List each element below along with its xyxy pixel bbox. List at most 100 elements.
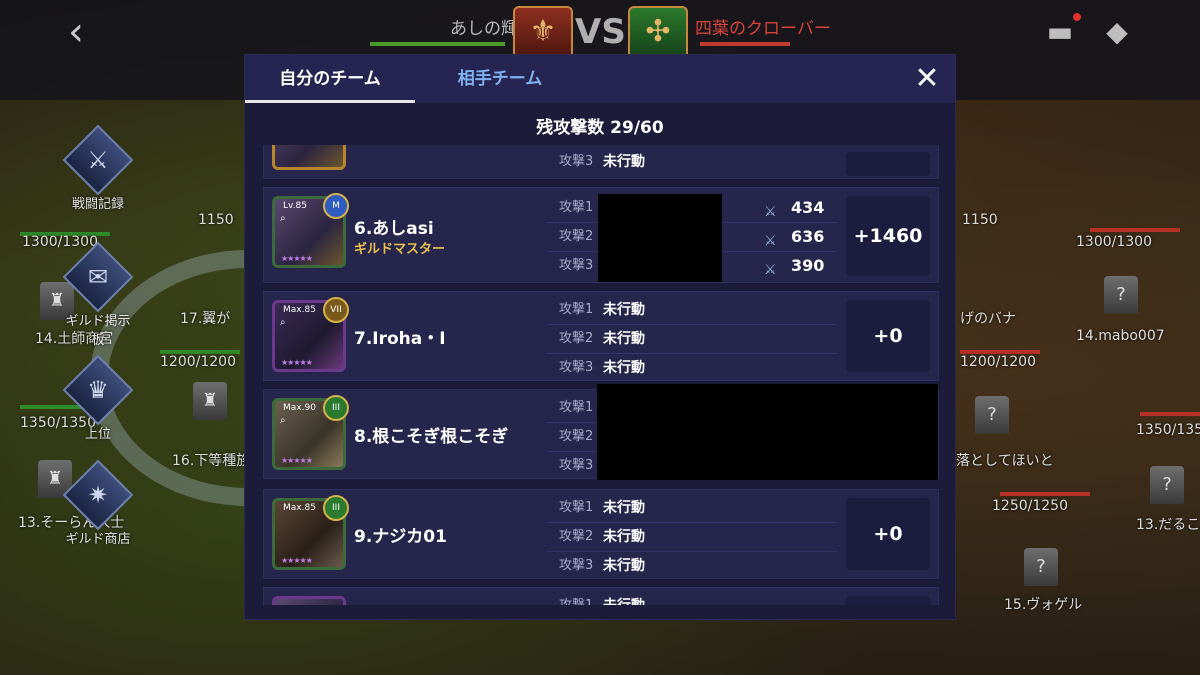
map-castle-label: 17.翼が (180, 311, 231, 327)
redacted-area (598, 194, 722, 282)
attack-row: 攻撃2 未行動 (547, 523, 837, 552)
attack-label: 攻撃2 (559, 331, 594, 346)
back-button[interactable]: ‹ (68, 12, 98, 52)
avatar[interactable]: Max.85 III ★★★★★ (272, 495, 349, 570)
castle-unknown-icon[interactable]: ? (975, 396, 1009, 434)
sword-icon: ⚔ (764, 262, 777, 278)
notification-dot (1073, 13, 1081, 21)
map-score-label: 1200/1200 (160, 354, 236, 370)
attack-row: 攻撃1 未行動 (547, 296, 837, 325)
attack-row: 攻撃1 未行動 (547, 494, 837, 523)
castle-unknown-icon[interactable]: ? (1104, 276, 1138, 314)
home-guild-emblem: ⚜ (513, 6, 573, 60)
rank-badge: III (323, 495, 349, 521)
attack-row: 攻撃3 未行動 (547, 354, 837, 382)
away-guild-bar (700, 42, 790, 46)
side-menu-label: ギルド商店 (65, 532, 131, 547)
attack-points: 636 (791, 227, 825, 246)
castle-icon[interactable]: ♜ (193, 382, 227, 420)
shop-icon: ✷ (87, 481, 109, 509)
rarity-stars: ★★★★★ (281, 556, 313, 565)
castle-unknown-icon[interactable]: ? (1024, 548, 1058, 586)
help-icon: ◆ (1106, 15, 1128, 48)
map-castle-label: 14.mabo007 (1076, 328, 1165, 344)
attack-label: 攻撃1 (559, 200, 594, 215)
avatar[interactable]: ⌕ Max.90 III ★★★★★ (272, 395, 349, 470)
side-menu-battle-log[interactable]: ⚔ 戦闘記録 (60, 124, 136, 212)
player-name: 8.根こそぎ根こそぎ (354, 427, 509, 447)
map-score-label: 1300/1300 (1076, 234, 1152, 250)
map-castle-label: 13.だるこ (1136, 517, 1200, 533)
sword-icon: ⚔ (764, 204, 777, 220)
zoom-icon: ⌕ (280, 317, 286, 328)
attack-label: 攻撃3 (559, 154, 594, 169)
total-points: +0 (846, 498, 930, 570)
list-item: ⌕ Max.90 III ★★★★★ 8.根こそぎ根こそぎ 攻撃1 攻撃2 攻撃… (263, 384, 939, 480)
map-score-label: 1150 (198, 212, 234, 228)
map-castle-label: 落としてほいと (956, 453, 1054, 469)
attack-status-dialog: 自分のチーム 相手チーム ✕ 残攻撃数 29/60 攻撃3 未行動 ⌕ Lv.8… (244, 54, 956, 620)
team-tabs: 自分のチーム 相手チーム ✕ (245, 55, 955, 103)
rarity-stars: ★★★★★ (281, 456, 313, 465)
side-menu-label: 上位 (84, 427, 111, 442)
list-item: Max.85 III ★★★★★ 9.ナジカ01 攻撃1 未行動 攻撃2 未行動… (263, 489, 939, 579)
close-icon: ✕ (914, 61, 940, 96)
side-menu-ranking[interactable]: ♛ 上位 (60, 354, 136, 442)
tab-my-team[interactable]: 自分のチーム (245, 55, 415, 103)
attack-status: 未行動 (603, 558, 645, 574)
map-hp-bar (1000, 492, 1090, 496)
map-hp-bar (1090, 228, 1180, 232)
attack-row: 攻撃1 未行動 (547, 592, 837, 605)
clover-icon: ✣ (645, 14, 671, 49)
attack-status: 未行動 (603, 302, 645, 318)
list-item: 攻撃1 未行動 (263, 587, 939, 605)
avatar[interactable] (272, 596, 346, 605)
level-label: Max.85 (283, 503, 316, 513)
attack-status: 未行動 (603, 154, 645, 170)
level-label: Lv.85 (283, 201, 307, 211)
home-guild-bar (370, 42, 505, 46)
attack-label: 攻撃2 (559, 529, 594, 544)
map-castle-label: 15.ヴォゲル (1004, 597, 1083, 613)
attack-label: 攻撃3 (559, 258, 594, 273)
tab-opponent-team[interactable]: 相手チーム (415, 55, 585, 103)
map-castle-label: 16.下等種族 (172, 453, 251, 469)
attack-label: 攻撃1 (559, 592, 593, 605)
map-score-label: 1250/1250 (992, 498, 1068, 514)
help-button[interactable]: ◆ (1097, 14, 1137, 50)
attack-label: 攻撃3 (559, 558, 594, 573)
side-menu-guild-board[interactable]: ✉ ギルド掲示板 (60, 241, 136, 348)
list-item: ⌕ Lv.85 M ★★★★★ 6.あしasi ギルドマスター 攻撃1 ⚔ 43… (263, 187, 939, 283)
level-label: Max.90 (283, 403, 316, 413)
attack-points: 434 (791, 198, 825, 217)
list-item: 攻撃3 未行動 (263, 145, 939, 179)
rarity-stars: ★★★★★ (281, 254, 313, 263)
side-menu-guild-shop[interactable]: ✷ ギルド商店 (60, 459, 136, 547)
total-points (846, 596, 930, 605)
remaining-attacks: 残攻撃数 29/60 (536, 118, 664, 138)
vs-label: VS (575, 12, 626, 52)
rank-badge: M (323, 193, 349, 219)
chat-icon: ▬ (1046, 15, 1074, 48)
attack-label: 攻撃3 (559, 360, 594, 375)
trophy-icon: ♛ (87, 376, 109, 404)
attack-row: 攻撃3 未行動 (547, 148, 837, 176)
close-button[interactable]: ✕ (911, 63, 943, 95)
castle-unknown-icon[interactable]: ? (1150, 466, 1184, 504)
side-menu-label: 戦闘記録 (71, 197, 124, 212)
avatar[interactable]: ⌕ Max.85 VII ★★★★★ (272, 297, 349, 372)
rank-badge: VII (323, 297, 349, 323)
attack-row: 攻撃2 未行動 (547, 325, 837, 354)
level-label: Max.85 (283, 305, 316, 315)
map-hp-bar (1140, 412, 1200, 416)
player-name: 6.あしasi (354, 219, 434, 239)
total-points: +0 (846, 300, 930, 372)
map-score-label: 1350/1350 (1136, 422, 1200, 438)
member-list[interactable]: 攻撃3 未行動 ⌕ Lv.85 M ★★★★★ 6.あしasi ギルドマスター … (263, 145, 939, 605)
avatar[interactable]: ⌕ Lv.85 M ★★★★★ (272, 193, 349, 268)
avatar[interactable] (272, 145, 346, 170)
map-score-label: 1200/1200 (960, 354, 1036, 370)
attack-label: 攻撃2 (559, 229, 594, 244)
attack-points: 390 (791, 256, 825, 275)
player-name: 7.Iroha・I (354, 329, 446, 349)
